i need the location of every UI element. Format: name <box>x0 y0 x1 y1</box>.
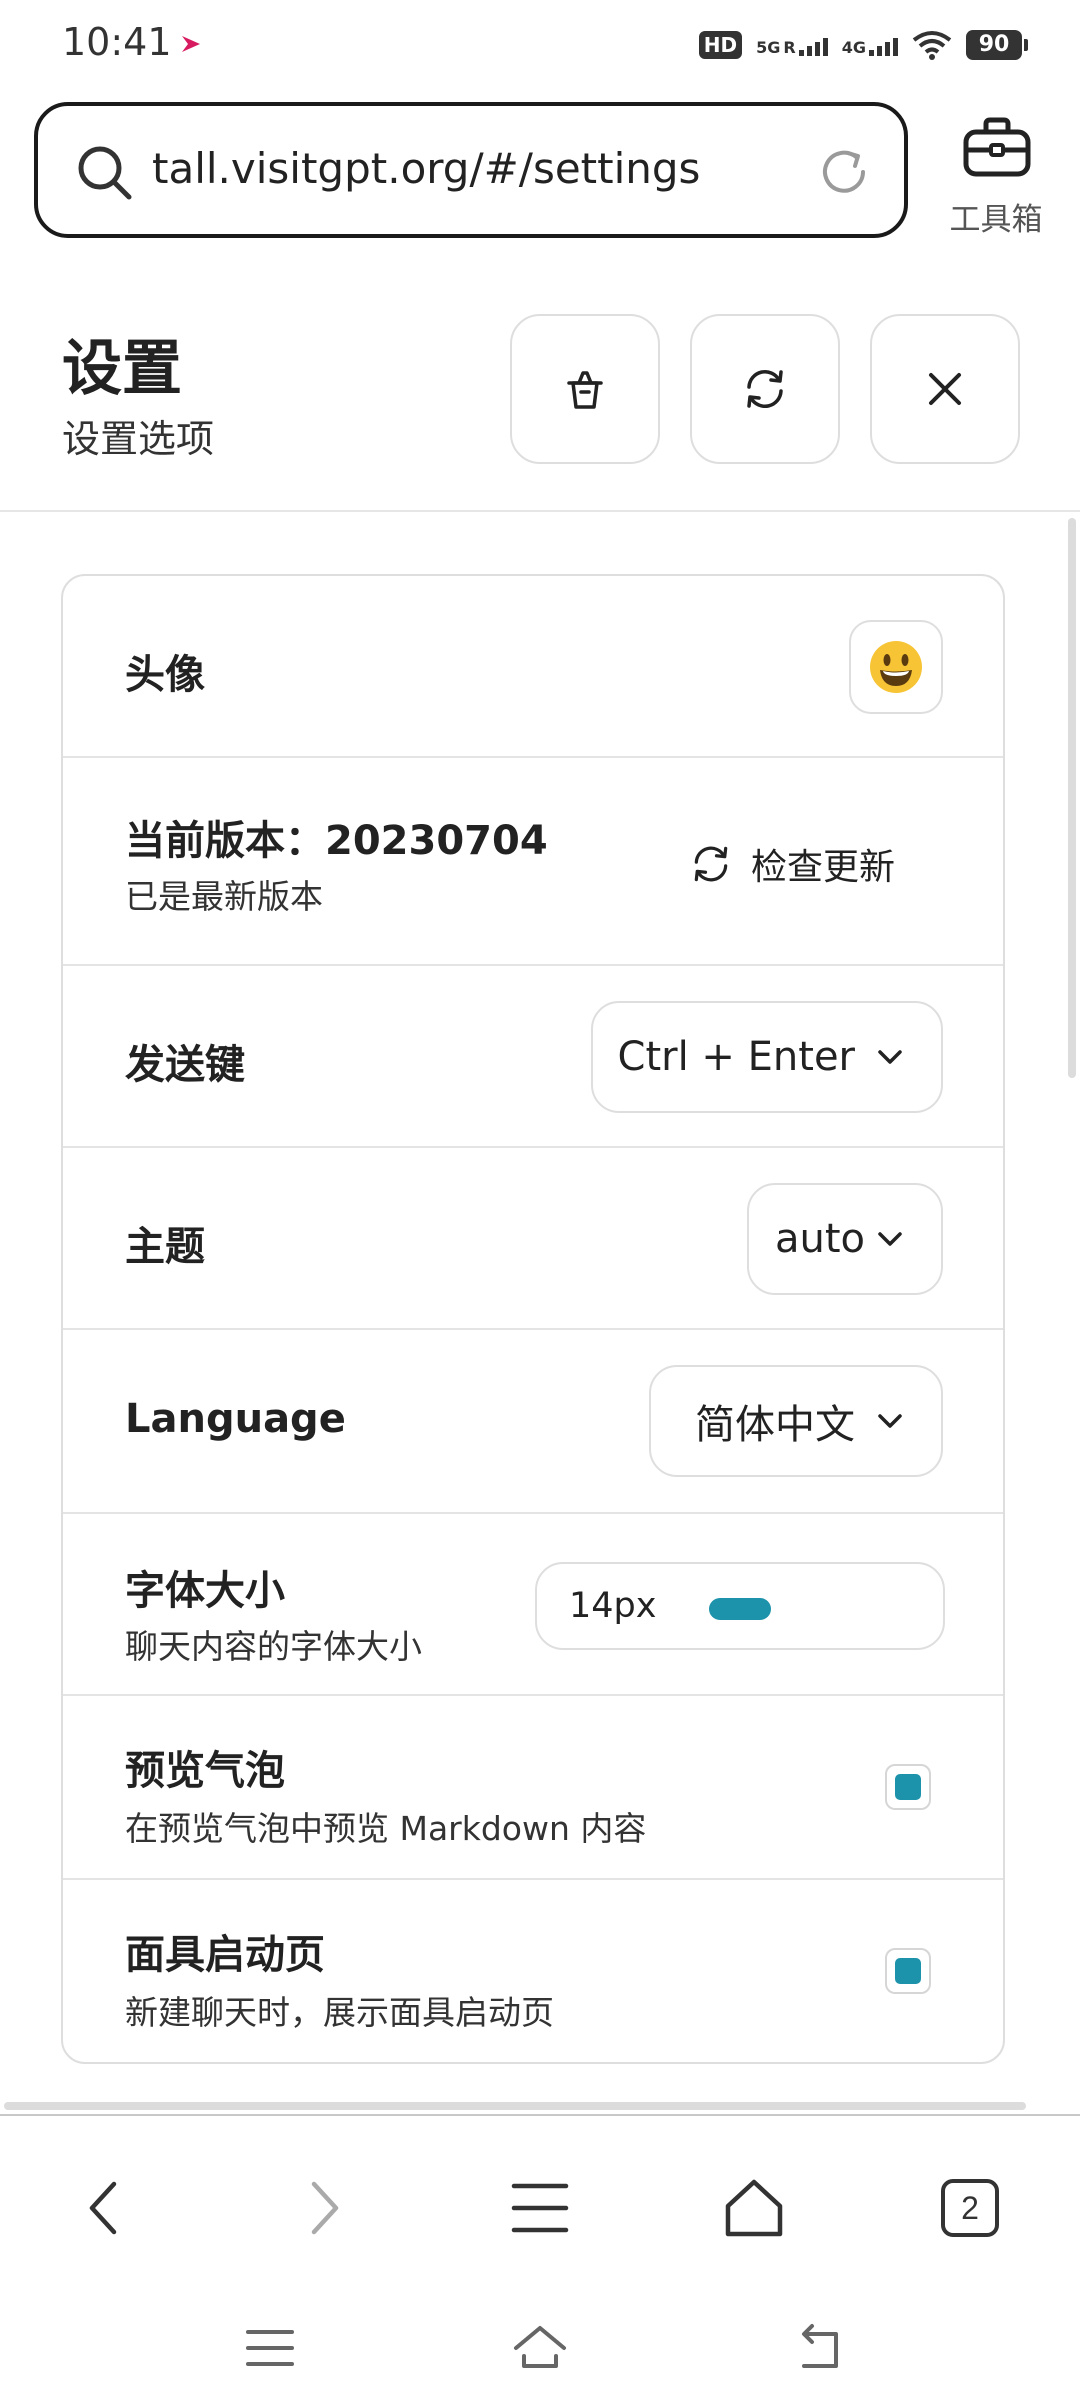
settings-header: 设置 设置选项 <box>0 290 1080 512</box>
settings-row-send-key: 发送键 Ctrl + Enter <box>63 966 1003 1148</box>
forward-icon <box>311 2181 339 2235</box>
toolbox-label: 工具箱 <box>949 202 1043 238</box>
notification-icon <box>182 36 200 52</box>
address-bar[interactable]: tall.visitgpt.org/#/settings <box>34 102 908 238</box>
chevron-down-icon <box>878 1050 902 1064</box>
version-label: 当前版本：20230704 <box>125 818 548 864</box>
browser-toolbar: 2 <box>0 2114 1080 2290</box>
font-size-slider[interactable]: 14px <box>535 1562 945 1650</box>
avatar-button[interactable] <box>849 620 943 714</box>
back-button[interactable] <box>66 2168 146 2248</box>
settings-row-version: 当前版本：20230704 已是最新版本 检查更新 <box>63 758 1003 966</box>
settings-row-language: Language 简体中文 <box>63 1330 1003 1514</box>
toolbox-icon <box>963 117 1031 177</box>
toolbox-button[interactable]: 工具箱 <box>932 110 1060 240</box>
status-time: 10:41 <box>62 20 172 64</box>
font-size-value: 14px <box>569 1586 657 1626</box>
chevron-down-icon <box>878 1232 902 1246</box>
menu-button[interactable] <box>500 2168 580 2248</box>
mask-launcher-label: 面具启动页 <box>125 1932 325 1978</box>
font-size-label: 字体大小 <box>125 1568 285 1614</box>
reload-icon[interactable] <box>816 144 872 200</box>
home-icon <box>725 2179 783 2237</box>
settings-row-preview-bubble: 预览气泡 在预览气泡中预览 Markdown 内容 <box>63 1696 1003 1880</box>
page-title: 设置 <box>62 334 182 404</box>
system-home-button[interactable] <box>510 2320 570 2376</box>
refresh-icon <box>694 846 728 882</box>
forward-button[interactable] <box>282 2168 362 2248</box>
trash-icon <box>567 371 603 409</box>
home-outline-icon <box>514 2326 566 2368</box>
check-update-label: 检查更新 <box>751 847 896 888</box>
language-label: Language <box>125 1396 346 1442</box>
wifi-icon <box>912 31 952 60</box>
theme-value: auto <box>774 1216 865 1262</box>
settings-row-avatar: 头像 <box>63 576 1003 758</box>
status-bar: 10:41 HD 5G R 4G 90 <box>0 0 1080 90</box>
back-arrow-icon <box>802 2324 838 2368</box>
send-key-label: 发送键 <box>125 1042 245 1088</box>
horizontal-scrollbar[interactable] <box>4 2102 1026 2110</box>
system-navigation-bar <box>0 2290 1080 2408</box>
battery-icon: 90 <box>966 30 1028 60</box>
clear-data-button[interactable] <box>510 314 660 464</box>
send-key-value: Ctrl + Enter <box>617 1034 855 1080</box>
settings-list: 头像 当前版本：20230704 已是最新版本 检查更新 发送键 Ctrl + … <box>61 574 1005 2064</box>
theme-select[interactable]: auto <box>747 1183 943 1295</box>
language-select[interactable]: 简体中文 <box>649 1365 943 1477</box>
close-button[interactable] <box>870 314 1020 464</box>
mask-launcher-description: 新建聊天时，展示面具启动页 <box>125 1993 554 2032</box>
page-subtitle: 设置选项 <box>62 417 215 461</box>
check-update-button[interactable]: 检查更新 <box>689 836 895 892</box>
settings-row-theme: 主题 auto <box>63 1148 1003 1330</box>
system-back-button[interactable] <box>792 2320 852 2376</box>
tab-count: 2 <box>941 2179 999 2237</box>
recents-icon <box>246 2330 294 2366</box>
settings-row-font-size: 字体大小 聊天内容的字体大小 14px <box>63 1514 1003 1696</box>
system-status-icons: HD 5G R 4G 90 <box>698 22 1028 68</box>
close-icon <box>929 373 961 405</box>
home-button[interactable] <box>714 2168 794 2248</box>
version-status: 已是最新版本 <box>125 877 323 916</box>
tabs-button[interactable]: 2 <box>930 2168 1010 2248</box>
signal-4g-icon: 4G <box>842 34 898 56</box>
smiley-emoji-icon <box>870 641 922 693</box>
preview-bubble-checkbox[interactable] <box>885 1764 931 1810</box>
hd-voice-icon: HD <box>698 31 743 59</box>
preview-bubble-description: 在预览气泡中预览 Markdown 内容 <box>125 1809 647 1848</box>
search-icon <box>78 146 132 200</box>
reset-button[interactable] <box>690 314 840 464</box>
back-icon <box>89 2181 117 2235</box>
preview-bubble-label: 预览气泡 <box>125 1748 285 1794</box>
roaming-indicator: R <box>783 38 796 57</box>
menu-icon <box>511 2183 569 2233</box>
settings-row-mask-launcher: 面具启动页 新建聊天时，展示面具启动页 <box>63 1880 1003 2062</box>
chevron-down-icon <box>878 1414 902 1428</box>
theme-label: 主题 <box>125 1224 205 1270</box>
vertical-scrollbar[interactable] <box>1068 518 1076 1078</box>
signal-5g-icon: 5G R <box>756 34 828 56</box>
system-recents-button[interactable] <box>240 2320 300 2376</box>
send-key-select[interactable]: Ctrl + Enter <box>591 1001 943 1113</box>
font-size-description: 聊天内容的字体大小 <box>125 1627 422 1666</box>
mask-launcher-checkbox[interactable] <box>885 1948 931 1994</box>
avatar-label: 头像 <box>125 652 205 698</box>
slider-thumb[interactable] <box>709 1598 771 1620</box>
url-text[interactable]: tall.visitgpt.org/#/settings <box>152 144 700 193</box>
refresh-icon <box>747 370 783 408</box>
language-value: 简体中文 <box>695 1402 855 1448</box>
